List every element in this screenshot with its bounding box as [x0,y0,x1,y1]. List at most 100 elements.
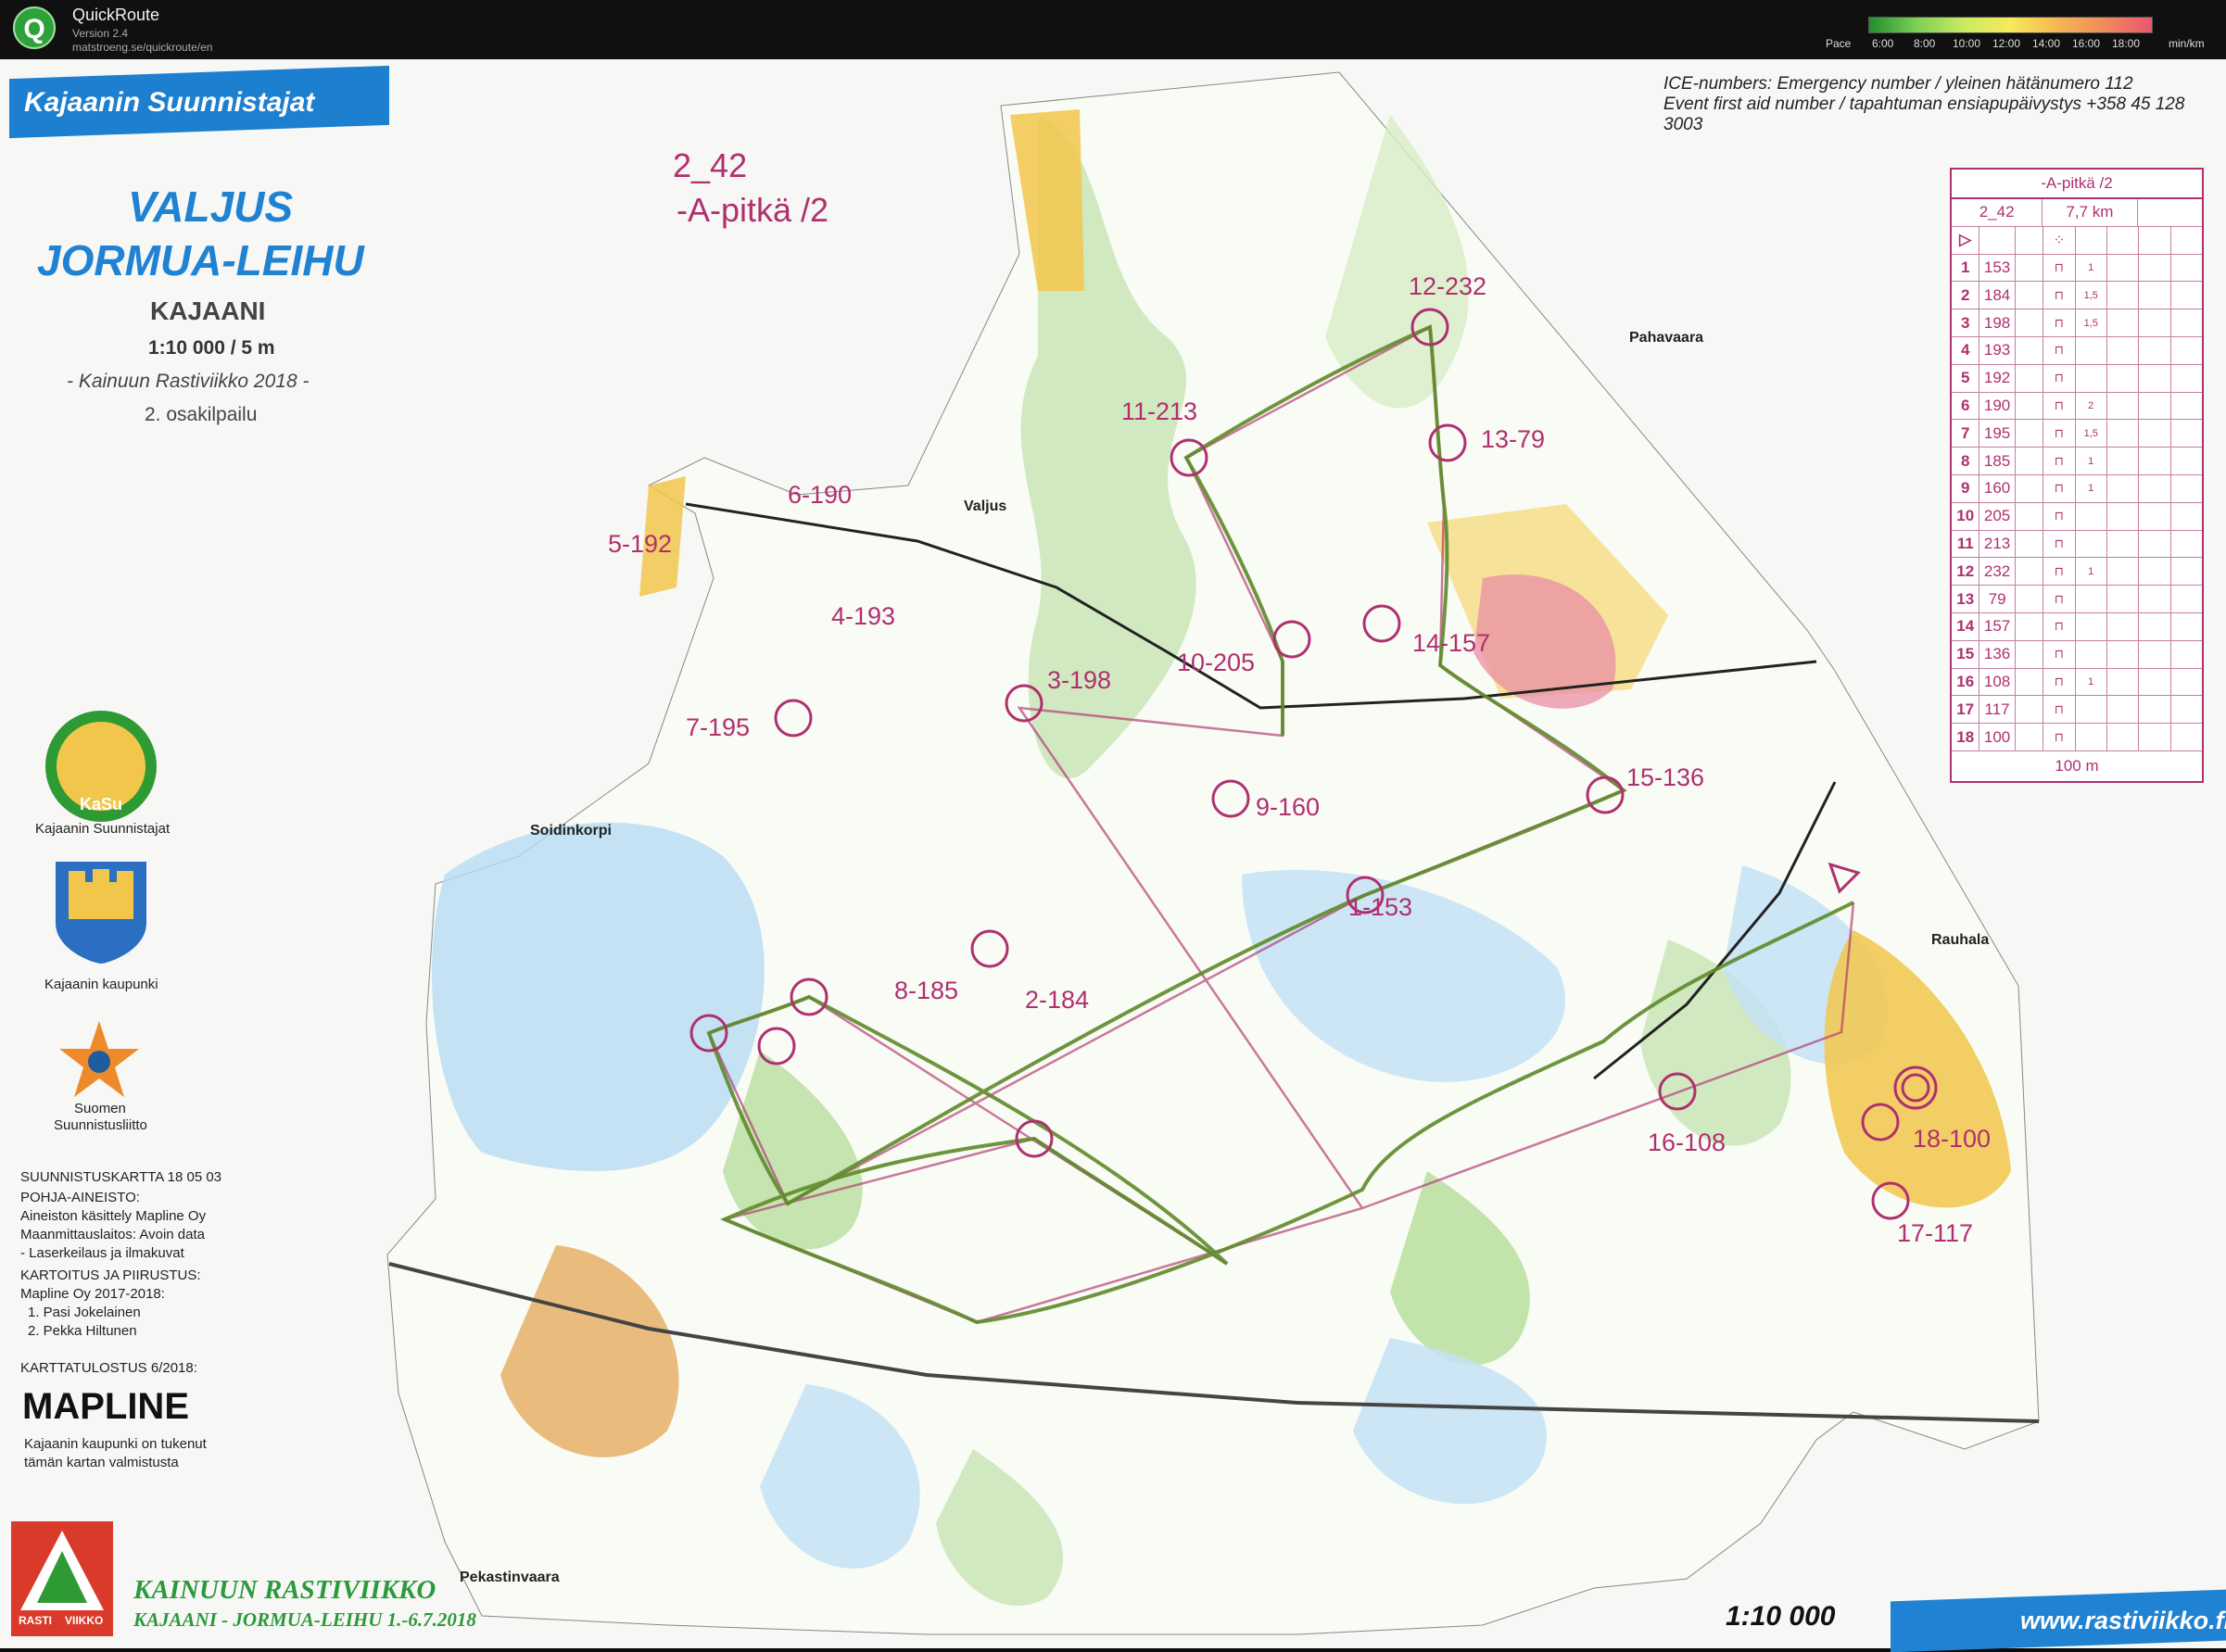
description-dimension [2076,724,2107,750]
description-number: 17 [1952,696,1980,724]
description-dimension [2076,364,2107,392]
credit-line: Mapline Oy 2017-2018: [20,1286,165,1302]
credit-line: 1. Pasi Jokelainen [28,1305,141,1320]
description-number: 10 [1952,502,1980,530]
description-number: 7 [1952,420,1980,448]
course-code: 2_42 [673,146,748,184]
orienteering-map[interactable]: Kajaanin Suunnistajat VALJUS JORMUA-LEIH… [0,59,2226,1652]
description-cell [2139,724,2171,750]
control-label: 2-184 [1025,986,1090,1014]
description-dimension: 1 [2076,668,2107,696]
description-cell [2139,696,2171,724]
description-dimension: 2 [2076,392,2107,420]
description-cell [2139,530,2171,558]
description-code-cell: 205 [1979,502,2016,530]
description-row: 4 193 ⊓ [1952,336,2202,365]
description-code-cell: 192 [1979,364,2016,392]
description-row: 10 205 ⊓ [1952,502,2202,531]
description-cell [2016,530,2044,558]
description-cell [2107,724,2140,750]
description-row: 16 108 ⊓ 1 [1952,668,2202,697]
description-cell [2076,226,2107,254]
place-soidinkorpi: Soidinkorpi [530,823,612,839]
kajaani-coat-of-arms-icon [56,862,146,964]
app-url[interactable]: matstroeng.se/quickroute/en [72,41,212,54]
city-caption: Kajaanin kaupunki [44,977,158,992]
pace-tick: 10:00 [1953,37,1981,50]
place-pahavaara: Pahavaara [1629,330,1704,346]
map-title-line2: JORMUA-LEIHU [37,236,364,284]
description-row: 6 190 ⊓ 2 [1952,392,2202,421]
description-cell [2016,226,2044,254]
description-number: 15 [1952,640,1980,668]
control-label: 7-195 [686,713,751,741]
description-cell [2107,309,2140,336]
description-cell [2171,309,2202,336]
quickroute-toolbar: Q QuickRoute Version 2.4 matstroeng.se/q… [0,0,2226,59]
map-scale: 1:10 000 / 5 m [148,337,275,359]
description-cell [2016,392,2044,420]
description-dimension: 1 [2076,474,2107,502]
ssl-caption-line2: Suunnistusliitto [54,1117,147,1133]
description-feature-icon: ⊓ [2043,474,2076,502]
description-cell [2107,474,2140,502]
pace-color-scale [1868,17,2153,33]
description-cell [2107,696,2140,724]
description-empty [2138,199,2202,226]
control-label: 12-232 [1409,272,1487,300]
description-feature-icon: ⊓ [2043,640,2076,668]
description-row: 11 213 ⊓ [1952,530,2202,559]
ssl-caption-line1: Suomen [74,1101,126,1116]
description-start-row: ▷ ⁘ [1952,226,2202,255]
start-feature-icon: ⁘ [2043,226,2076,254]
description-cell [2171,669,2202,696]
credit-line: KARTTATULOSTUS 6/2018: [20,1360,197,1376]
map-canvas[interactable] [0,59,2226,1648]
description-code-cell: 160 [1979,474,2016,502]
description-row: 8 185 ⊓ 1 [1952,448,2202,475]
description-dimension [2076,336,2107,364]
description-feature-icon: ⊓ [2043,336,2076,364]
description-feature-icon: ⊓ [2043,530,2076,558]
description-number: 18 [1952,724,1980,750]
description-cell [2107,336,2140,364]
description-cell [2139,392,2171,420]
description-code-cell: 232 [1979,558,2016,586]
description-cell [2016,612,2044,640]
description-feature-icon: ⊓ [2043,282,2076,309]
description-cell [2107,254,2140,282]
description-cell [2107,586,2140,612]
description-cell [2016,668,2044,696]
credit-line: 2. Pekka Hiltunen [28,1323,137,1339]
description-row: 13 79 ⊓ [1952,586,2202,613]
course-name: -A-pitkä /2 [677,191,829,229]
description-number: 2 [1952,282,1980,309]
credit-line: Aineiston käsittely Mapline Oy [20,1208,207,1224]
description-dimension [2076,502,2107,530]
description-dimension: 1 [2076,254,2107,282]
description-row: 2 184 ⊓ 1,5 [1952,282,2202,310]
description-code-cell: 136 [1979,640,2016,668]
description-cell [2107,640,2140,668]
app-version: Version 2.4 [72,27,129,40]
description-code-cell: 190 [1979,392,2016,420]
description-cell [2171,448,2202,474]
website-link[interactable]: www.rastiviikko.fi [2020,1607,2226,1635]
description-feature-icon: ⊓ [2043,612,2076,640]
description-number: 3 [1952,309,1980,336]
ice-number-line2: Event first aid number / tapahtuman ensi… [1663,95,2185,134]
kasu-caption: Kajaanin Suunnistajat [35,821,171,837]
description-cell [2107,420,2140,448]
control-label: 15-136 [1626,763,1705,791]
description-cell [2107,226,2140,254]
description-code-cell: 184 [1979,282,2016,309]
description-cell [2171,558,2202,585]
description-cell [2107,612,2140,640]
control-label: 13-79 [1481,425,1546,453]
pace-tick: 14:00 [2032,37,2061,50]
control-label: 8-185 [894,977,959,1004]
description-dimension: 1 [2076,448,2107,474]
description-cell [2139,420,2171,448]
description-cell [2171,724,2202,750]
description-cell [2016,254,2044,282]
